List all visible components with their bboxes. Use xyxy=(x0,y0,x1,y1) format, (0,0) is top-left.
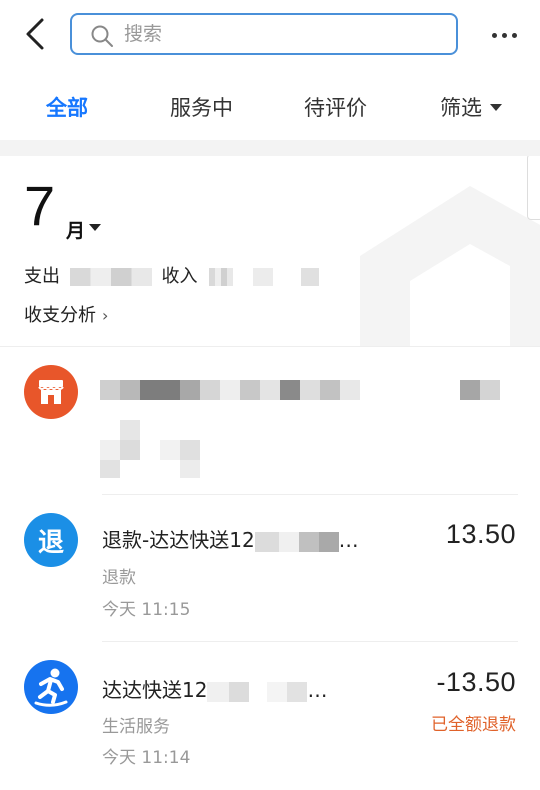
back-arrow-icon xyxy=(26,18,44,50)
more-dots-icon xyxy=(491,32,497,38)
income-expense-analysis-link[interactable]: 收支分析 › xyxy=(24,301,108,327)
transaction-category: 退款 xyxy=(102,568,136,588)
refund-status-label: 已全额退款 xyxy=(431,715,516,735)
tab-filter[interactable]: 筛选 xyxy=(440,92,502,122)
income-amount-redacted xyxy=(209,268,234,286)
redacted-pixel xyxy=(100,380,120,400)
redacted-text xyxy=(298,531,319,552)
caret-down-icon xyxy=(490,103,502,111)
chevron-right-icon: › xyxy=(102,306,109,325)
redacted-pixel xyxy=(120,380,140,400)
chevron-down-icon[interactable] xyxy=(89,224,101,231)
analysis-label: 收支分析 xyxy=(24,305,96,326)
background-logo-icon xyxy=(360,186,540,346)
redacted-text xyxy=(318,531,339,552)
transaction-title-text: 退款-达达快送12 xyxy=(102,528,255,552)
redacted-pixel xyxy=(180,460,200,478)
filter-tabs: 全部 服务中 待评价 筛选 xyxy=(0,70,540,140)
transaction-time: 今天 11:14 xyxy=(102,748,191,768)
section-gap xyxy=(0,140,540,156)
redacted-text xyxy=(287,681,308,702)
runner-glyph xyxy=(34,668,68,707)
redacted-text xyxy=(229,681,250,702)
redacted-pixel xyxy=(300,380,320,400)
redacted-pixel xyxy=(220,380,240,400)
tab-pending-review[interactable]: 待评价 xyxy=(304,92,367,122)
title-ellipsis: … xyxy=(307,678,328,702)
redacted-pixel xyxy=(340,380,360,400)
redacted-pixel xyxy=(100,440,120,460)
redacted-text xyxy=(267,681,288,702)
income-label: 收入 xyxy=(161,266,198,287)
redacted-pixel xyxy=(460,380,480,400)
transaction-title: 退款-达达快送12 … xyxy=(102,524,359,553)
income-expense-line: 支出 收入 xyxy=(24,262,319,288)
expense-amount-redacted xyxy=(69,268,152,286)
search-input[interactable] xyxy=(124,19,444,49)
tab-all[interactable]: 全部 xyxy=(46,92,88,122)
redacted-pixel xyxy=(240,380,260,400)
runner-icon xyxy=(24,660,78,714)
redacted-pixel xyxy=(160,440,180,460)
redacted-pixel xyxy=(120,420,140,440)
redacted-pixel xyxy=(100,460,120,478)
income-amount-redacted xyxy=(252,268,273,286)
transaction-amount: -13.50 xyxy=(436,667,516,697)
more-dot xyxy=(501,32,507,38)
redacted-pixel xyxy=(140,380,180,400)
redacted-pixel xyxy=(320,380,340,400)
search-box[interactable] xyxy=(70,13,458,55)
transaction-time: 今天 11:15 xyxy=(102,600,191,620)
scroll-indicator xyxy=(527,156,540,220)
redacted-text xyxy=(207,681,230,702)
transaction-row[interactable]: 退 退款-达达快送12 … 退款 今天 11:15 13.50 xyxy=(0,495,540,641)
redacted-pixel xyxy=(280,380,300,400)
more-options-button[interactable] xyxy=(486,20,522,50)
top-bar xyxy=(0,0,540,70)
redacted-pixel xyxy=(260,380,280,400)
expense-label: 支出 xyxy=(24,266,60,287)
month-selector[interactable]: 月 xyxy=(66,216,85,243)
redacted-pixel xyxy=(120,440,140,460)
refund-icon: 退 xyxy=(24,513,78,567)
redacted-pixel xyxy=(180,440,200,460)
transaction-row[interactable] xyxy=(0,347,540,495)
transaction-row[interactable]: 达达快送12 … 生活服务 今天 11:14 -13.50 已全额退款 xyxy=(0,642,540,790)
transaction-amount: 13.50 xyxy=(445,519,516,549)
redacted-pixel xyxy=(480,380,500,400)
store-glyph xyxy=(38,380,64,404)
redacted-pixel xyxy=(200,380,220,400)
monthly-summary: 7 月 支出 收入 收支分析 › xyxy=(0,156,540,346)
income-amount-redacted xyxy=(300,268,319,286)
transaction-title: 达达快送12 … xyxy=(102,674,327,703)
back-button[interactable] xyxy=(18,16,54,52)
search-icon xyxy=(91,25,113,47)
store-icon xyxy=(24,365,78,419)
more-dot xyxy=(511,32,517,38)
month-number: 7 xyxy=(24,174,56,237)
redacted-pixel xyxy=(180,380,200,400)
tab-in-service[interactable]: 服务中 xyxy=(170,92,233,122)
tab-filter-label: 筛选 xyxy=(440,96,482,120)
redacted-text xyxy=(254,531,279,552)
redacted-text xyxy=(278,531,299,552)
transaction-title-text: 达达快送12 xyxy=(102,678,208,702)
title-ellipsis: … xyxy=(338,528,359,552)
refund-icon-glyph: 退 xyxy=(37,527,64,558)
transaction-category: 生活服务 xyxy=(102,717,170,737)
